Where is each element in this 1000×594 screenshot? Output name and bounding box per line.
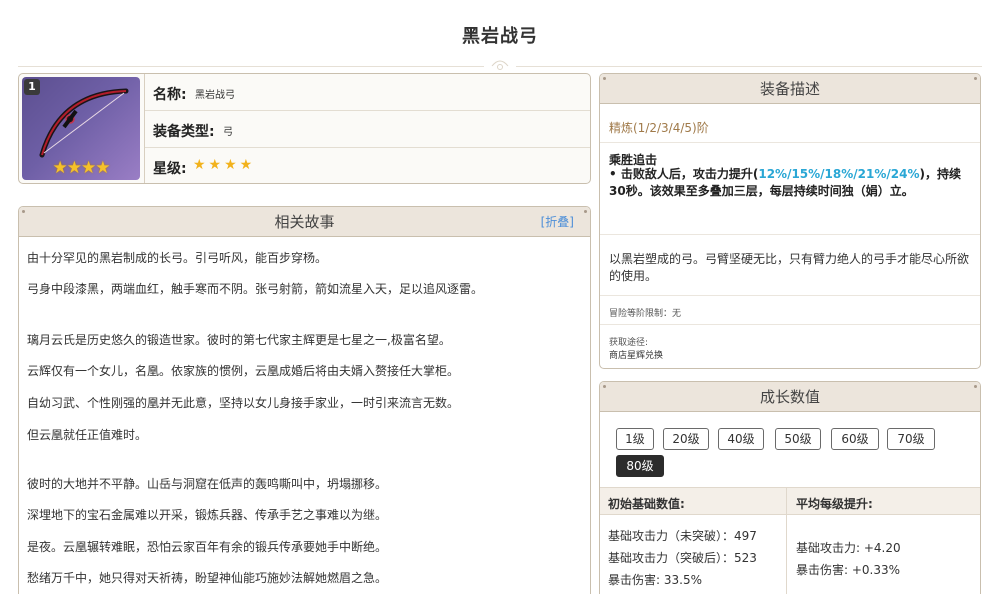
rank-badge: 1 [24, 79, 40, 95]
description-header: 装备描述 [600, 74, 980, 104]
description-panel: 装备描述 精炼(1/2/3/4/5)阶 乘胜追击 • 击败敌人后，攻击力提升(1… [599, 73, 981, 369]
stat-table-header: 初始基础数值: 平均每级提升: [600, 487, 980, 515]
star-rating-icon: ★★★★ [52, 158, 111, 178]
divider [600, 234, 980, 235]
item-info-card: 1 ★★★★ 名称: 黑岩战弓 装备类型: 弓 星级: ★★★★ [18, 73, 591, 184]
level-button-60[interactable]: 60级 [831, 428, 879, 450]
type-row: 装备类型: 弓 [145, 111, 590, 148]
type-label: 装备类型: [153, 124, 215, 140]
story-header: 相关故事 [折叠] [19, 207, 590, 237]
corner-dot [603, 385, 606, 388]
divider [600, 295, 980, 296]
source-label: 获取途径: [609, 338, 649, 348]
story-line: 云辉仅有一个女儿，名凰。依家族的惯例，云凰成婚后将由夫婿入赘接任大掌柜。 [27, 364, 460, 378]
avg-stat: 暴击伤害: +0.33% [796, 563, 901, 577]
story-line: 弓身中段漆黑，两端血红，触手寒而不阴。张弓射箭，箭如流星入天，足以追风逐雷。 [27, 282, 484, 296]
story-line: 由十分罕见的黑岩制成的长弓。引弓听风，能百步穿杨。 [27, 251, 328, 265]
story-line: 自幼习武、个性刚强的凰并无此意，坚持以女儿身接手家业，一时引来流言无数。 [27, 396, 460, 410]
divider [600, 324, 980, 325]
story-line: 愁绪万千中，她只得对天祈祷，盼望神仙能巧施妙法解她燃眉之急。 [27, 571, 388, 585]
story-line: 但云凰就任正值难时。 [27, 428, 148, 442]
corner-dot [584, 210, 587, 213]
corner-dot [974, 77, 977, 80]
corner-dot [974, 385, 977, 388]
rank-limit: 冒险等阶限制：无 [609, 309, 682, 319]
corner-dot [22, 210, 25, 213]
source-value: 商店星辉兑换 [609, 351, 664, 361]
base-stats-header: 初始基础数值: [608, 497, 685, 511]
star-label: 星级: [153, 161, 187, 177]
star-row: 星级: ★★★★ [145, 148, 590, 183]
page-title: 黑岩战弓 [462, 26, 538, 47]
name-value: 黑岩战弓 [195, 90, 235, 101]
description-title: 装备描述 [759, 80, 820, 98]
flavor-text: 以黑岩塑成的弓。弓臂坚硬无比，只有臂力绝人的弓手才能尽心所欲的使用。 [609, 252, 970, 283]
refine-level: 精炼(1/2/3/4/5)阶 [609, 121, 709, 135]
growth-panel: 成长数值 1级 20级 40级 50级 60级 70级 80级 初始基础数值: … [599, 381, 981, 594]
story-line: 深埋地下的宝石金属难以开采，锻炼兵器、传承手艺之事难以为继。 [27, 508, 388, 522]
story-panel: 相关故事 [折叠] 由十分罕见的黑岩制成的长弓。引弓听风，能百步穿杨。 弓身中段… [18, 206, 591, 594]
passive-prefix: • 击败敌人后，攻击力提升( [609, 167, 759, 181]
corner-dot [603, 77, 606, 80]
column-divider [786, 487, 787, 594]
growth-header: 成长数值 [600, 382, 980, 412]
fold-link[interactable]: [折叠] [541, 207, 574, 237]
base-stat: 基础攻击力（未突破）：497 [608, 529, 757, 543]
name-label: 名称: [153, 87, 187, 103]
level-button-70[interactable]: 70级 [887, 428, 935, 450]
divider [600, 142, 980, 143]
avg-growth-header: 平均每级提升: [796, 497, 873, 511]
base-stat: 基础攻击力（突破后）：523 [608, 551, 757, 565]
passive-effect: • 击败敌人后，攻击力提升(12%/15%/18%/21%/24%)，持续30秒… [609, 166, 973, 200]
story-title: 相关故事 [274, 213, 335, 231]
story-line: 璃月云氏是历史悠久的锻造世家。彼时的第七代家主辉更是七星之一,极富名望。 [27, 333, 451, 347]
story-line: 是夜。云凰辗转难眠，恐怕云家百年有余的锻兵传承要她手中断绝。 [27, 540, 388, 554]
level-button-20[interactable]: 20级 [663, 428, 709, 450]
growth-title: 成长数值 [759, 388, 820, 406]
level-button-50[interactable]: 50级 [775, 428, 821, 450]
ornament-icon [484, 60, 516, 70]
type-value: 弓 [223, 127, 233, 138]
level-button-40[interactable]: 40级 [718, 428, 764, 450]
avg-stat: 基础攻击力: +4.20 [796, 541, 901, 555]
star-icon: ★★★★ [193, 157, 256, 173]
passive-values: 12%/15%/18%/21%/24% [758, 167, 920, 181]
weapon-image: 1 ★★★★ [22, 77, 140, 180]
level-button-80[interactable]: 80级 [616, 455, 664, 477]
level-button-1[interactable]: 1级 [616, 428, 654, 450]
story-line: 彼时的大地并不平静。山岳与洞窟在低声的轰鸣嘶叫中，坍塌挪移。 [27, 477, 388, 491]
bow-icon [39, 88, 129, 158]
base-stat: 暴击伤害: 33.5% [608, 573, 702, 587]
name-row: 名称: 黑岩战弓 [145, 74, 590, 111]
